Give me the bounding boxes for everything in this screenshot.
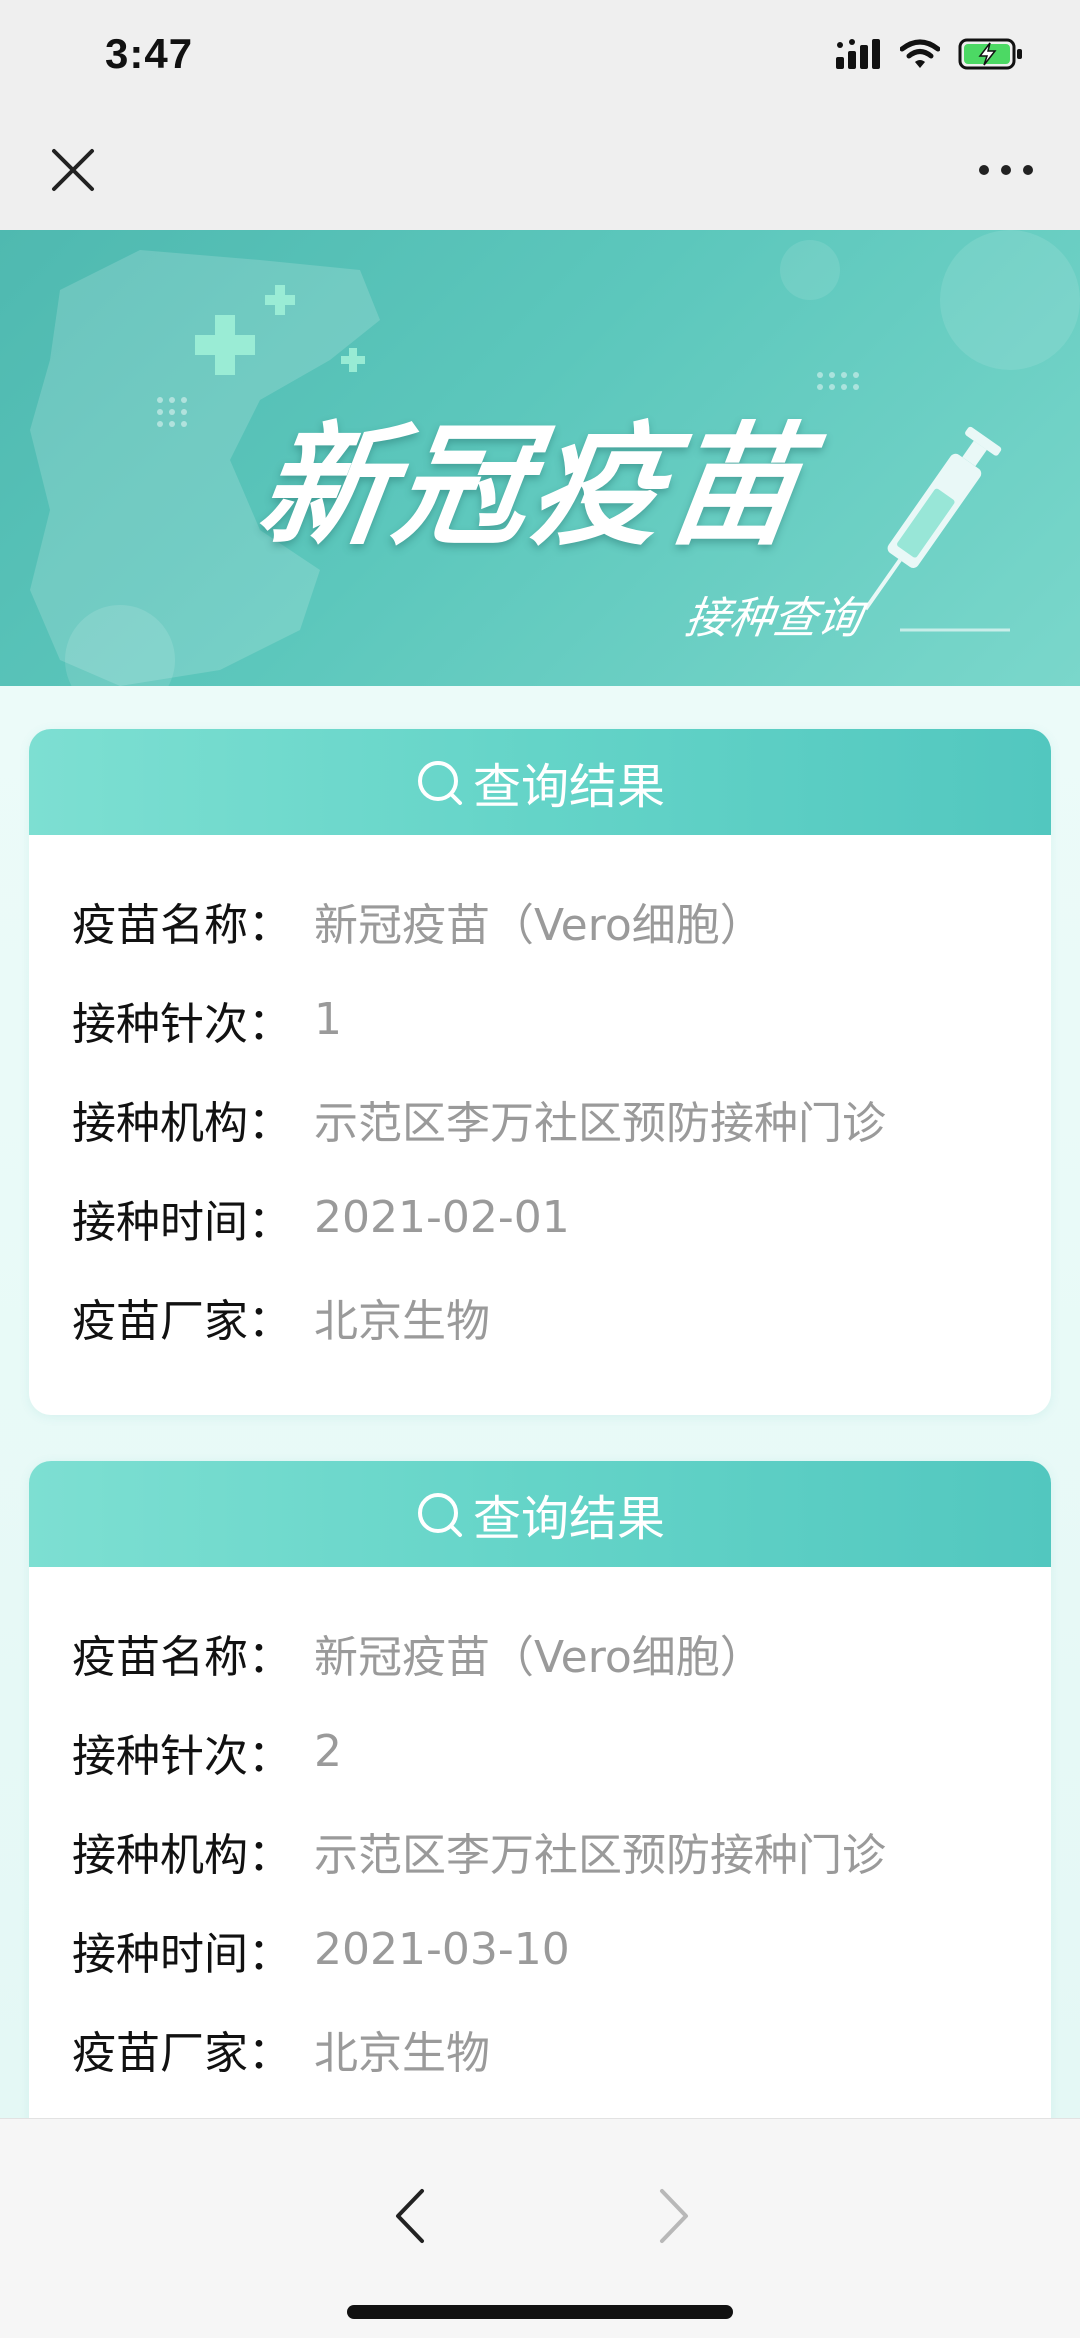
field-vaccine-name: 疫苗名称： 新冠疫苗（Vero细胞） — [72, 871, 1051, 970]
field-label: 接种机构： — [72, 1829, 292, 1881]
banner-title: 新冠疫苗 — [249, 410, 816, 564]
battery-charging-icon — [958, 38, 1022, 70]
field-value: 北京生物 — [314, 2027, 490, 2079]
chevron-right-icon[interactable] — [656, 2187, 692, 2245]
wifi-icon — [900, 39, 940, 68]
cellular-signal-icon — [836, 39, 880, 69]
field-value: 2021-02-01 — [314, 1192, 570, 1243]
field-institution: 接种机构： 示范区李万社区预防接种门诊 — [72, 1801, 1051, 1900]
field-label: 疫苗名称： — [72, 1631, 292, 1683]
close-icon[interactable] — [50, 147, 96, 193]
content-area[interactable]: 查询结果 疫苗名称： 新冠疫苗（Vero细胞） 接种针次： 1 接种机构： 示范… — [0, 686, 1080, 2147]
banner-subtitle: 接种查询 — [681, 593, 865, 644]
status-time: 3:47 — [105, 30, 194, 77]
card-body: 疫苗名称： 新冠疫苗（Vero细胞） 接种针次： 1 接种机构： 示范区李万社区… — [29, 835, 1051, 1366]
field-label: 疫苗名称： — [72, 899, 292, 951]
field-institution: 接种机构： 示范区李万社区预防接种门诊 — [72, 1069, 1051, 1168]
field-vaccination-date: 接种时间： 2021-02-01 — [72, 1168, 1051, 1267]
field-value: 2021-03-10 — [314, 1924, 570, 1975]
banner: 新冠疫苗 接种查询 — [0, 230, 1080, 686]
field-vaccine-name: 疫苗名称： 新冠疫苗（Vero细胞） — [72, 1603, 1051, 1702]
card-header: 查询结果 — [29, 729, 1051, 835]
field-value: 示范区李万社区预防接种门诊 — [314, 1829, 886, 1881]
field-label: 接种针次： — [72, 998, 292, 1050]
card-header-title: 查询结果 — [472, 1491, 665, 1547]
field-value: 1 — [314, 994, 342, 1045]
field-label: 接种针次： — [72, 1730, 292, 1782]
card-body: 疫苗名称： 新冠疫苗（Vero细胞） 接种针次： 2 接种机构： 示范区李万社区… — [29, 1567, 1051, 2098]
more-icon[interactable] — [978, 160, 1034, 180]
home-indicator — [347, 2305, 733, 2319]
status-icons — [836, 38, 1024, 70]
card-header-title: 查询结果 — [472, 759, 665, 815]
result-card: 查询结果 疫苗名称： 新冠疫苗（Vero细胞） 接种针次： 2 接种机构： 示范… — [29, 1461, 1051, 2147]
field-label: 接种时间： — [72, 1928, 292, 1980]
search-icon — [417, 1493, 462, 1537]
nav-bar — [0, 120, 1080, 230]
search-icon — [417, 761, 462, 805]
field-dose-number: 接种针次： 1 — [72, 970, 1051, 1069]
result-card: 查询结果 疫苗名称： 新冠疫苗（Vero细胞） 接种针次： 1 接种机构： 示范… — [29, 729, 1051, 1415]
field-label: 接种时间： — [72, 1196, 292, 1248]
card-header: 查询结果 — [29, 1461, 1051, 1567]
status-bar: 3:47 — [0, 0, 1080, 120]
field-value: 北京生物 — [314, 1295, 490, 1347]
field-manufacturer: 疫苗厂家： 北京生物 — [72, 1999, 1051, 2098]
bottom-nav — [0, 2118, 1080, 2338]
field-value: 示范区李万社区预防接种门诊 — [314, 1097, 886, 1149]
field-vaccination-date: 接种时间： 2021-03-10 — [72, 1900, 1051, 1999]
field-label: 疫苗厂家： — [72, 2027, 292, 2079]
field-value: 2 — [314, 1726, 342, 1777]
chevron-left-icon[interactable] — [392, 2187, 428, 2245]
field-label: 疫苗厂家： — [72, 1295, 292, 1347]
field-value: 新冠疫苗（Vero细胞） — [314, 899, 764, 951]
field-manufacturer: 疫苗厂家： 北京生物 — [72, 1267, 1051, 1366]
field-label: 接种机构： — [72, 1097, 292, 1149]
field-dose-number: 接种针次： 2 — [72, 1702, 1051, 1801]
field-value: 新冠疫苗（Vero细胞） — [314, 1631, 764, 1683]
